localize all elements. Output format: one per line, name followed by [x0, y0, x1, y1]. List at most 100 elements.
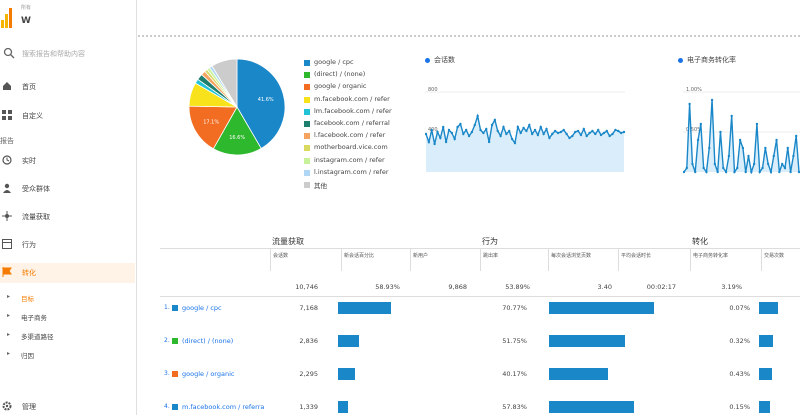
data-point[interactable]: [713, 162, 717, 166]
data-point[interactable]: [602, 131, 606, 135]
data-point[interactable]: [516, 125, 520, 129]
data-point[interactable]: [775, 138, 778, 142]
data-point[interactable]: [786, 146, 789, 150]
data-point[interactable]: [462, 132, 465, 136]
data-point[interactable]: [459, 122, 462, 126]
data-point[interactable]: [553, 129, 557, 133]
data-point[interactable]: [467, 134, 471, 138]
data-point[interactable]: [716, 170, 719, 174]
data-point[interactable]: [691, 162, 694, 166]
data-point[interactable]: [769, 170, 773, 174]
data-point[interactable]: [622, 130, 626, 134]
data-point[interactable]: [525, 129, 528, 133]
data-point[interactable]: [724, 170, 728, 174]
data-point[interactable]: [579, 133, 583, 137]
nav-admin[interactable]: 管理: [0, 397, 135, 415]
data-point[interactable]: [744, 170, 747, 174]
data-point[interactable]: [508, 129, 511, 133]
data-point[interactable]: [536, 133, 540, 137]
data-point[interactable]: [427, 140, 431, 144]
data-point[interactable]: [522, 126, 525, 130]
data-point[interactable]: [430, 128, 433, 132]
nav-sub-attribution[interactable]: ▸ 归因: [0, 347, 135, 363]
data-point[interactable]: [502, 125, 505, 129]
column-header-cell[interactable]: 新会话百分比: [341, 249, 408, 271]
data-point[interactable]: [755, 122, 759, 126]
data-point[interactable]: [699, 122, 703, 126]
data-point[interactable]: [596, 128, 600, 132]
data-point[interactable]: [792, 154, 795, 158]
data-point[interactable]: [794, 134, 798, 138]
data-point[interactable]: [705, 170, 708, 174]
row-source-link[interactable]: google / cpc: [182, 304, 222, 312]
column-header-cell[interactable]: 电子商务转化率: [690, 249, 757, 271]
data-point[interactable]: [764, 146, 767, 150]
data-point[interactable]: [611, 132, 614, 136]
property-name[interactable]: W: [21, 16, 31, 26]
data-point[interactable]: [614, 128, 617, 132]
data-point[interactable]: [568, 136, 571, 140]
data-point[interactable]: [493, 118, 497, 122]
data-point[interactable]: [588, 131, 591, 135]
data-point[interactable]: [562, 128, 565, 132]
column-header-cell[interactable]: 交易次数: [761, 249, 798, 271]
data-point[interactable]: [727, 154, 731, 158]
nav-conversions[interactable]: 转化: [0, 263, 135, 283]
data-point[interactable]: [702, 166, 705, 170]
column-header-cell[interactable]: 跳出率: [480, 249, 545, 271]
data-point[interactable]: [789, 170, 792, 174]
data-point[interactable]: [752, 162, 756, 166]
column-header-cell[interactable]: 会话数: [270, 249, 337, 271]
data-point[interactable]: [490, 123, 494, 127]
nav-home[interactable]: 首页: [0, 77, 135, 95]
data-point[interactable]: [741, 146, 745, 150]
row-source-link[interactable]: (direct) / (none): [182, 337, 233, 345]
nav-sub-ecommerce[interactable]: ▸ 电子商务: [0, 309, 135, 325]
data-point[interactable]: [487, 140, 491, 144]
data-point[interactable]: [696, 138, 700, 142]
data-point[interactable]: [476, 114, 479, 118]
data-point[interactable]: [496, 129, 499, 133]
data-point[interactable]: [479, 128, 482, 132]
data-point[interactable]: [499, 134, 502, 138]
data-point[interactable]: [470, 130, 474, 134]
data-point[interactable]: [510, 137, 514, 141]
data-point[interactable]: [464, 128, 468, 132]
nav-sub-goals[interactable]: ▸ 目标: [0, 290, 135, 306]
data-point[interactable]: [519, 131, 522, 135]
data-point[interactable]: [548, 136, 551, 140]
data-point[interactable]: [738, 138, 742, 142]
data-point[interactable]: [556, 131, 560, 135]
data-point[interactable]: [574, 130, 577, 134]
data-point[interactable]: [530, 132, 534, 136]
data-point[interactable]: [694, 170, 697, 174]
data-point[interactable]: [710, 98, 714, 102]
data-point[interactable]: [780, 162, 784, 166]
nav-behavior[interactable]: 行为: [0, 235, 135, 253]
data-point[interactable]: [719, 130, 722, 134]
data-point[interactable]: [533, 128, 537, 132]
data-point[interactable]: [605, 129, 608, 133]
data-point[interactable]: [772, 154, 775, 158]
data-point[interactable]: [565, 132, 568, 136]
data-point[interactable]: [436, 130, 439, 134]
data-point[interactable]: [453, 137, 456, 141]
data-point[interactable]: [708, 146, 711, 150]
data-point[interactable]: [608, 134, 611, 138]
data-point[interactable]: [594, 132, 597, 136]
data-point[interactable]: [747, 154, 750, 158]
data-point[interactable]: [585, 134, 588, 138]
data-point[interactable]: [439, 136, 442, 140]
data-point[interactable]: [433, 142, 436, 146]
data-point[interactable]: [736, 166, 739, 170]
column-header-cell[interactable]: 新用户: [410, 249, 477, 271]
data-point[interactable]: [783, 166, 787, 170]
data-point[interactable]: [733, 170, 736, 174]
data-point[interactable]: [513, 141, 517, 145]
data-point[interactable]: [444, 140, 448, 144]
data-point[interactable]: [505, 132, 508, 136]
nav-custom[interactable]: 自定义: [0, 106, 135, 124]
data-point[interactable]: [571, 134, 574, 138]
data-point[interactable]: [591, 129, 594, 133]
data-point[interactable]: [619, 131, 623, 135]
